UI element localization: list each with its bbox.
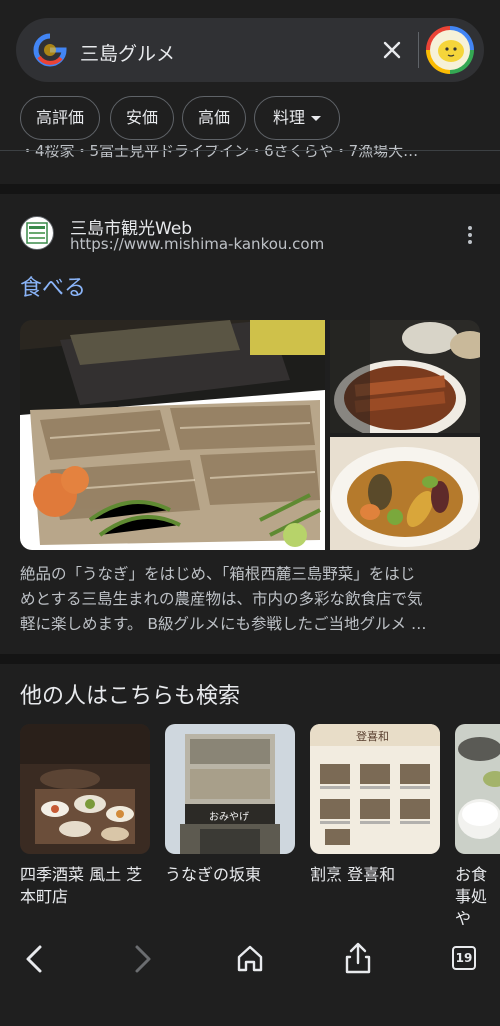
menu-title-text: 登喜和 [356,730,389,743]
chip-cuisine-dropdown[interactable]: 料理 [254,96,340,140]
google-logo-icon[interactable] [33,33,67,67]
more-options-icon[interactable] [462,226,478,248]
snippet-line: 絶品の「うなぎ」をはじめ、「箱根西麓三島野菜」をはじ [20,565,416,583]
chevron-down-icon [311,116,321,121]
pas-thumbnail[interactable] [20,724,150,854]
chip-high-rating[interactable]: 高評価 [20,96,100,140]
bottom-navigation: 19 [0,925,500,1026]
pas-item[interactable]: 四季酒菜 風土 芝本町店 [20,724,150,908]
pas-thumbnail[interactable]: おみやげ [165,724,295,854]
home-icon[interactable] [230,939,270,979]
site-url[interactable]: https://www.mishima-kankou.com [70,235,324,253]
truncated-line-text: ・4桜家・5富士見平ドライブイン・6さくらや・7漁場大… [20,145,419,160]
site-favicon[interactable] [20,216,54,250]
pas-item[interactable]: お食事処 や [455,724,500,930]
people-also-search-title: 他の人はこちらも検索 [20,684,241,709]
pas-label[interactable]: うなぎの坂東 [165,864,295,886]
chip-cheap[interactable]: 安価 [110,96,174,140]
eel-rice-bowl-image[interactable] [330,320,480,433]
chip-label: 高評価 [35,108,84,127]
tab-count: 19 [452,946,476,970]
pas-item[interactable]: 登喜和 割烹 登喜和 [310,724,440,886]
share-icon[interactable] [338,939,378,979]
snippet-line: めとする三島生まれの農産物は、市内の多彩な飲食店で気 [20,590,423,608]
chip-label: 安価 [125,108,158,127]
forward-icon[interactable] [122,939,162,979]
pas-label[interactable]: 四季酒菜 風土 芝本町店 [20,864,150,908]
pas-item[interactable]: おみやげ うなぎの坂東 [165,724,295,886]
header-divider [0,150,500,151]
pas-label[interactable]: 割烹 登喜和 [310,864,440,886]
truncated-previous-result: ・4桜家・5富士見平ドライブイン・6さくらや・7漁場大… [20,145,490,165]
snippet-line: 軽に楽しめます。 B級グルメにも参戦したご当地グルメ … [20,615,427,633]
tabs-button[interactable]: 19 [445,939,485,979]
result-title-link[interactable]: 食べる [20,270,86,302]
curry-dish-image[interactable] [330,437,480,550]
clear-search-icon[interactable] [378,36,406,64]
search-query[interactable]: 三島グルメ [80,39,175,66]
account-avatar[interactable] [426,26,474,74]
result-snippet: 絶品の「うなぎ」をはじめ、「箱根西麓三島野菜」をはじ めとする三島生まれの農産物… [20,562,480,637]
pas-thumbnail[interactable] [455,724,500,854]
search-divider [418,32,419,68]
eel-dish-image[interactable] [20,320,325,550]
search-bar[interactable]: 三島グルメ [16,18,484,82]
avatar-image [430,30,470,70]
section-separator [0,654,500,664]
chip-expensive[interactable]: 高価 [182,96,246,140]
chip-label: 料理 [272,108,305,127]
pas-thumbnail[interactable]: 登喜和 [310,724,440,854]
pas-label[interactable]: お食事処 や [455,864,500,930]
shop-sign-text: おみやげ [209,812,249,823]
section-separator [0,184,500,194]
back-icon[interactable] [15,939,55,979]
chip-label: 高価 [197,108,230,127]
